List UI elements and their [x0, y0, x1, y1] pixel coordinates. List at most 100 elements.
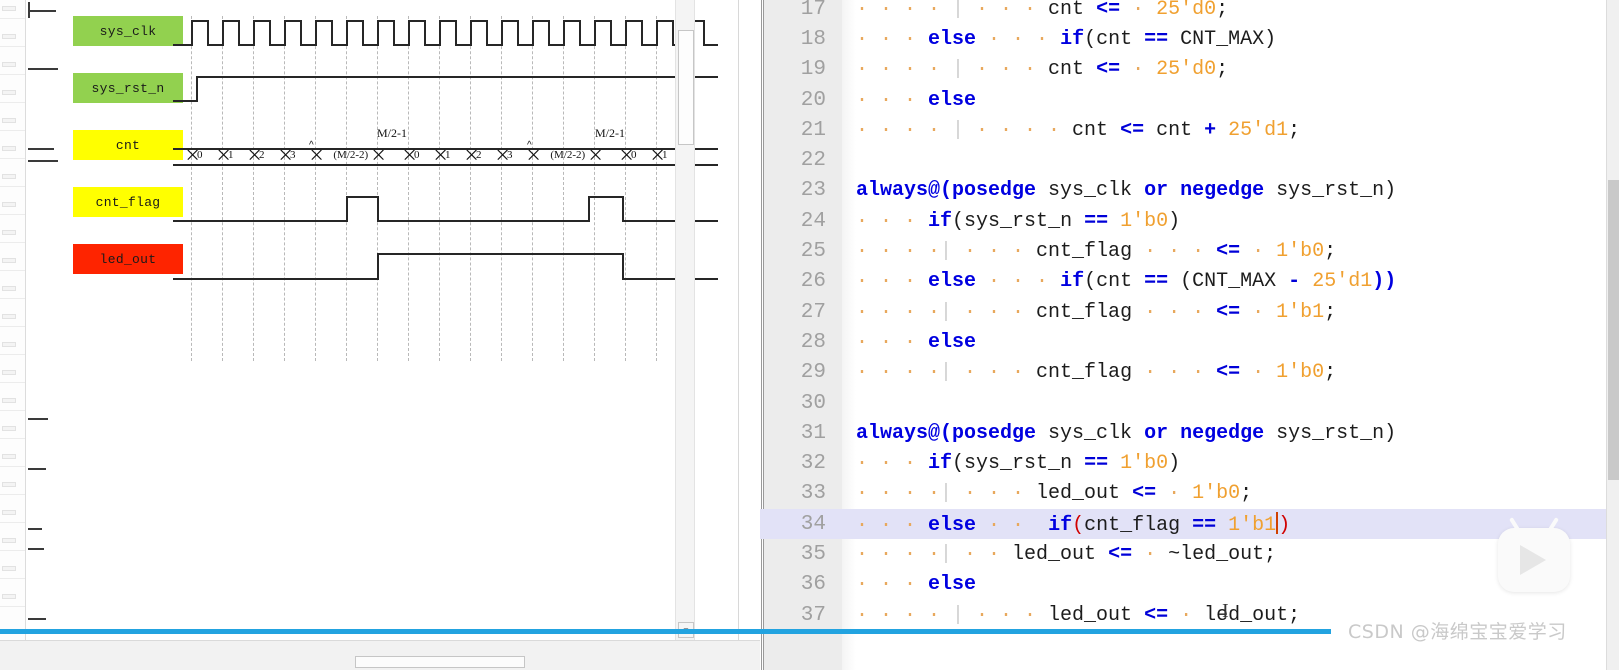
waveform-segment	[222, 20, 238, 22]
waveform-segment	[196, 76, 198, 102]
page-mini-line	[2, 6, 16, 11]
code-line-text[interactable]: · · · else · · if(cnt_flag == 1'b1)	[856, 511, 1290, 537]
waveform-segment	[206, 44, 222, 46]
waveform-segment	[299, 44, 315, 46]
bus-transition-icon: ⨉	[404, 149, 416, 164]
code-line-text[interactable]: · · · else	[856, 89, 976, 112]
gridline	[408, 16, 409, 361]
waveform-segment	[594, 20, 610, 22]
line-number: 30	[800, 391, 826, 415]
waveform-segment	[563, 20, 565, 46]
page-rule	[0, 466, 25, 467]
signal-label-cnt_flag: cnt_flag	[73, 187, 183, 217]
page-stray-mark	[28, 68, 58, 70]
bus-transition-icon: ⨉	[435, 149, 447, 164]
page-stray-mark	[28, 618, 46, 620]
waveform-segment	[656, 20, 658, 46]
code-line-text[interactable]: · · · · | · · · cnt <= · 25'd0;	[856, 0, 1228, 21]
bus-transition-icon: ⨉	[497, 149, 509, 164]
code-line-18[interactable]: 18 · · · else · · · if(cnt == CNT_MAX)	[760, 24, 1619, 54]
waveform-segment	[621, 196, 624, 222]
code-line-22[interactable]: 22	[760, 146, 1619, 176]
bus-transition-icon: ⨉	[187, 149, 199, 164]
editor-scroll-thumb[interactable]	[1608, 180, 1619, 480]
signal-name-text: led_out	[99, 251, 157, 267]
waveform-segment	[315, 20, 331, 22]
code-line-19[interactable]: 19 · · · · | · · · cnt <= · 25'd0;	[760, 55, 1619, 85]
code-line-text[interactable]: · · · · | · · · · cnt <= cnt + 25'd1;	[856, 119, 1300, 142]
waveform-segment	[173, 220, 346, 222]
gridline	[191, 16, 192, 361]
code-line-28[interactable]: 28 · · · else	[760, 327, 1619, 357]
line-number: 26	[800, 270, 826, 294]
code-line-text[interactable]: · · · · | · · · led_out <= · led_out;	[856, 604, 1300, 627]
signal-label-led_out: led_out	[73, 244, 183, 274]
waveform-segment	[315, 20, 317, 46]
code-line-27[interactable]: 27 · · · ·| · · · cnt_flag · · · <= · 1'b…	[760, 297, 1619, 327]
line-number: 22	[800, 149, 826, 173]
code-line-text[interactable]: · · · if(sys_rst_n == 1'b0)	[856, 452, 1180, 475]
line-number: 33	[800, 482, 826, 506]
code-line-text[interactable]: · · · ·| · · · cnt_flag · · · <= · 1'b0;	[856, 361, 1336, 384]
code-line-32[interactable]: 32 · · · if(sys_rst_n == 1'b0)	[760, 449, 1619, 479]
code-line-text[interactable]: · · · else	[856, 573, 976, 596]
code-line-text[interactable]: · · · ·| · · led_out <= · ~led_out;	[856, 543, 1276, 566]
page-stray-mark	[28, 2, 30, 18]
waveform-segment	[702, 44, 718, 46]
bilibili-play-icon	[1498, 517, 1570, 592]
waveform-segment	[587, 196, 622, 198]
code-line-text[interactable]: always@(posedge sys_clk or negedge sys_r…	[856, 422, 1396, 445]
code-line-text[interactable]: · · · ·| · · · led_out <= · 1'b0;	[856, 482, 1252, 505]
code-line-35[interactable]: 35 · · · ·| · · led_out <= · ~led_out;	[760, 539, 1619, 569]
code-line-17[interactable]: 17 · · · · | · · · cnt <= · 25'd0;	[760, 0, 1619, 24]
blue-underline-annotation	[0, 629, 1331, 634]
document-scroll-thumb[interactable]	[678, 30, 694, 145]
code-line-text[interactable]: · · · else · · · if(cnt == CNT_MAX)	[856, 28, 1276, 51]
cnt-annotation-1: M/2-1	[377, 126, 407, 140]
code-line-23[interactable]: 23 always@(posedge sys_clk or negedge sys…	[760, 176, 1619, 206]
waveform-segment	[439, 20, 455, 22]
code-line-text[interactable]: · · · else · · · if(cnt == (CNT_MAX - 25…	[856, 270, 1396, 293]
code-line-20[interactable]: 20 · · · else	[760, 85, 1619, 115]
text-cursor-icon: I	[1222, 600, 1229, 622]
waveform-segment	[547, 20, 550, 46]
code-line-31[interactable]: 31 always@(posedge sys_clk or negedge sys…	[760, 418, 1619, 448]
document-horizontal-scroll-thumb[interactable]	[355, 656, 525, 668]
code-line-text[interactable]: · · · if(sys_rst_n == 1'b0)	[856, 210, 1180, 233]
page-rule	[0, 186, 25, 187]
waveform-segment	[237, 44, 253, 46]
page-mini-line	[2, 146, 16, 151]
code-line-text[interactable]: · · · else	[856, 331, 976, 354]
code-line-36[interactable]: 36 · · · else	[760, 570, 1619, 600]
page-rule	[0, 522, 25, 523]
line-number: 32	[800, 452, 826, 476]
code-line-text[interactable]: · · · ·| · · · cnt_flag · · · <= · 1'b0;	[856, 240, 1336, 263]
code-line-26[interactable]: 26 · · · else · · · if(cnt == (CNT_MAX - …	[760, 267, 1619, 297]
code-line-30[interactable]: 30	[760, 388, 1619, 418]
waveform-segment	[237, 20, 240, 46]
code-line-text[interactable]: always@(posedge sys_clk or negedge sys_r…	[856, 179, 1396, 202]
code-line-text[interactable]: · · · · | · · · cnt <= · 25'd0;	[856, 58, 1228, 81]
code-line-29[interactable]: 29 · · · ·| · · · cnt_flag · · · <= · 1'b…	[760, 358, 1619, 388]
page-rule	[0, 242, 25, 243]
waveform-segment	[578, 20, 581, 46]
code-line-21[interactable]: 21 · · · · | · · · · cnt <= cnt + 25'd1;	[760, 115, 1619, 145]
editor-vertical-scrollbar[interactable]	[1606, 0, 1619, 670]
gridline	[563, 16, 564, 361]
document-vertical-scrollbar[interactable]: ▼	[675, 0, 695, 640]
code-line-24[interactable]: 24 · · · if(sys_rst_n == 1'b0)	[760, 206, 1619, 236]
code-line-33[interactable]: 33 · · · ·| · · · led_out <= · 1'b0;	[760, 479, 1619, 509]
page-mini-line	[2, 202, 16, 207]
line-number: 34	[800, 512, 826, 536]
cnt-bus-value: 0	[631, 149, 637, 161]
line-number: 20	[800, 88, 826, 112]
code-line-25[interactable]: 25 · · · ·| · · · cnt_flag · · · <= · 1'b…	[760, 236, 1619, 266]
code-line-text[interactable]: · · · ·| · · · cnt_flag · · · <= · 1'b1;	[856, 301, 1336, 324]
bus-transition-icon: ⨉	[373, 149, 385, 164]
waveform-segment	[377, 196, 379, 222]
code-editor-pane[interactable]: 17 · · · · | · · · cnt <= · 25'd0; 18 · · ·…	[760, 0, 1619, 670]
page-rule	[0, 438, 25, 439]
waveform-segment	[547, 44, 563, 46]
code-line-34[interactable]: 34 · · · else · · if(cnt_flag == 1'b1)	[760, 509, 1619, 540]
waveform-segment	[284, 20, 286, 46]
